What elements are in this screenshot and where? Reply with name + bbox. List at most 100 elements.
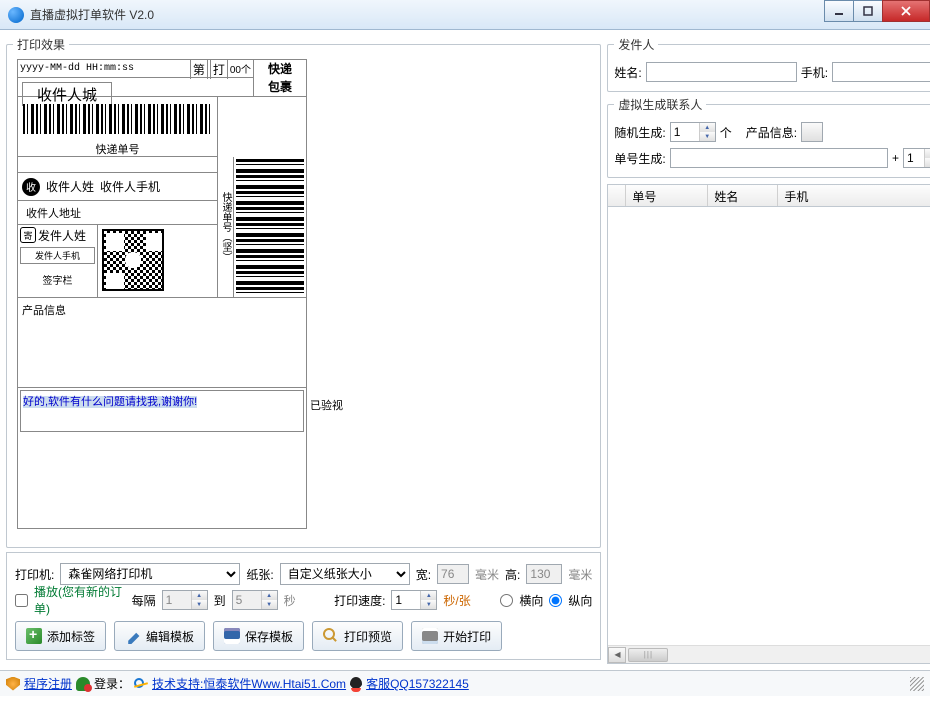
printer-label: 打印机: <box>15 566 54 583</box>
edit-icon <box>125 628 141 644</box>
ie-icon <box>134 677 148 691</box>
width-input <box>437 564 469 584</box>
settings-panel: 打印机: 森雀网络打印机 纸张: 自定义纸张大小 宽: 毫米 高: 毫米 播放(… <box>6 552 601 660</box>
sender-group: 发件人 姓名: 手机: <box>607 36 930 92</box>
generator-group: 虚拟生成联系人 随机生成: ▲▼ 个 产品信息: 单号生成: + ▲▼ 位 <box>607 96 930 178</box>
col-order[interactable]: 单号 <box>626 185 708 206</box>
height-input <box>526 564 562 584</box>
qr-code <box>102 229 164 291</box>
datetime-format: yyyy-MM-dd HH:mm:ss <box>18 63 188 74</box>
recipient-phone: 收件人手机 <box>100 178 160 195</box>
paper-select[interactable]: 自定义纸张大小 <box>280 563 410 585</box>
shield-icon <box>6 677 20 691</box>
status-bar: 程序注册 登录： 技术支持:恒泰软件Www.Htai51.Com 客服QQ157… <box>0 670 930 696</box>
register-link[interactable]: 程序注册 <box>24 675 72 692</box>
zoom-icon <box>323 628 339 644</box>
height-unit: 毫米 <box>568 566 592 583</box>
generator-legend: 虚拟生成联系人 <box>614 96 706 113</box>
signature-label: 签字栏 <box>18 272 97 287</box>
printer-select[interactable]: 森雀网络打印机 <box>60 563 240 585</box>
resize-grip[interactable] <box>910 677 924 691</box>
portrait-label: 纵向 <box>568 592 592 609</box>
sender-phone-input[interactable] <box>832 62 930 82</box>
width-label: 宽: <box>416 566 431 583</box>
send-badge-icon: 寄 <box>20 227 36 243</box>
interval-to-spinner[interactable]: ▲▼ <box>232 590 278 610</box>
seconds-label: 秒 <box>284 592 296 609</box>
message-box: 好的,软件有什么问题请找我,谢谢你! 已验视 <box>20 390 304 432</box>
window-title: 直播虚拟打单软件 V2.0 <box>30 6 825 23</box>
sender-phone: 发件人手机 <box>20 247 95 264</box>
col-handle <box>608 185 626 206</box>
vertical-barcode <box>236 159 304 295</box>
save-template-button[interactable]: 保存模板 <box>213 621 304 651</box>
random-count-spinner[interactable]: ▲▼ <box>670 122 716 142</box>
product-info-section: 产品信息 <box>18 298 306 388</box>
col-name[interactable]: 姓名 <box>708 185 778 206</box>
app-icon <box>8 7 24 23</box>
print-icon <box>422 628 438 644</box>
edit-template-button[interactable]: 编辑模板 <box>114 621 205 651</box>
list-body[interactable] <box>608 207 930 645</box>
speed-label: 打印速度: <box>334 592 385 609</box>
vertical-barcode-label: 快递单号（坚） <box>218 157 234 297</box>
count-suffix: 00个 <box>228 61 253 76</box>
interval-label: 每隔 <box>132 592 156 609</box>
verified-label: 已验视 <box>310 397 343 413</box>
order-gen-label: 单号生成: <box>614 150 665 167</box>
kefu-link[interactable]: 客服QQ157322145 <box>366 675 469 692</box>
landscape-radio[interactable] <box>500 594 513 607</box>
plus-label: + <box>892 151 899 165</box>
portrait-radio[interactable] <box>549 594 562 607</box>
qq-icon <box>350 677 362 691</box>
preview-legend: 打印效果 <box>13 36 69 53</box>
save-icon <box>224 628 240 644</box>
speed-spinner[interactable]: ▲▼ <box>391 590 437 610</box>
horizontal-barcode <box>18 97 217 141</box>
speed-unit: 秒/张 <box>443 592 470 609</box>
landscape-label: 横向 <box>519 592 543 609</box>
horizontal-scrollbar[interactable]: ◀ ||| ▶ <box>608 645 930 663</box>
label-type-header: 快递 包裹 <box>253 60 306 96</box>
minimize-button[interactable] <box>824 0 854 22</box>
nth-label: 第 <box>190 59 208 79</box>
sender-phone-label: 手机: <box>801 64 828 81</box>
sender-legend: 发件人 <box>614 36 658 53</box>
add-label-button[interactable]: 添加标签 <box>15 621 106 651</box>
recipient-address: 收件人地址 <box>18 201 217 225</box>
sender-name: 发件人姓 <box>38 227 86 244</box>
print-preview-button[interactable]: 打印预览 <box>312 621 403 651</box>
digits-spinner[interactable]: ▲▼ <box>903 148 930 168</box>
message-text: 好的,软件有什么问题请找我,谢谢你! <box>23 396 197 408</box>
random-gen-label: 随机生成: <box>614 124 665 141</box>
product-info-label: 产品信息: <box>746 124 797 141</box>
contact-list: 单号 姓名 手机 ◀ ||| ▶ <box>607 184 930 664</box>
label-preview: yyyy-MM-dd HH:mm:ss 第 打 00个 收件人城 快递 包裹 <box>17 59 307 529</box>
tech-support-link[interactable]: 技术支持:恒泰软件Www.Htai51.Com <box>152 675 346 692</box>
order-prefix-input[interactable] <box>670 148 888 168</box>
recipient-name: 收件人姓 <box>46 178 94 195</box>
paper-label: 纸张: <box>246 566 273 583</box>
interval-from-spinner[interactable]: ▲▼ <box>162 590 208 610</box>
print-label: 打 <box>210 59 228 79</box>
login-label: 登录： <box>94 675 130 692</box>
to-label: 到 <box>214 592 226 609</box>
product-info-button[interactable] <box>801 122 823 142</box>
list-header: 单号 姓名 手机 <box>608 185 930 207</box>
sender-name-label: 姓名: <box>614 64 641 81</box>
maximize-button[interactable] <box>853 0 883 22</box>
scroll-left-button[interactable]: ◀ <box>608 647 626 663</box>
col-phone[interactable]: 手机 <box>778 185 930 206</box>
start-print-button[interactable]: 开始打印 <box>411 621 502 651</box>
print-preview-group: 打印效果 yyyy-MM-dd HH:mm:ss 第 打 00个 收件人城 快递 <box>6 36 601 548</box>
play-checkbox[interactable] <box>15 594 28 607</box>
users-icon <box>76 677 90 691</box>
order-number-label: 快递单号 <box>18 141 217 157</box>
title-bar: 直播虚拟打单软件 V2.0 <box>0 0 930 30</box>
scroll-thumb[interactable]: ||| <box>628 648 668 662</box>
width-unit: 毫米 <box>475 566 499 583</box>
play-label: 播放(您有新的订单) <box>34 583 126 617</box>
sender-name-input[interactable] <box>646 62 797 82</box>
close-button[interactable] <box>882 0 930 22</box>
random-unit: 个 <box>720 124 732 141</box>
